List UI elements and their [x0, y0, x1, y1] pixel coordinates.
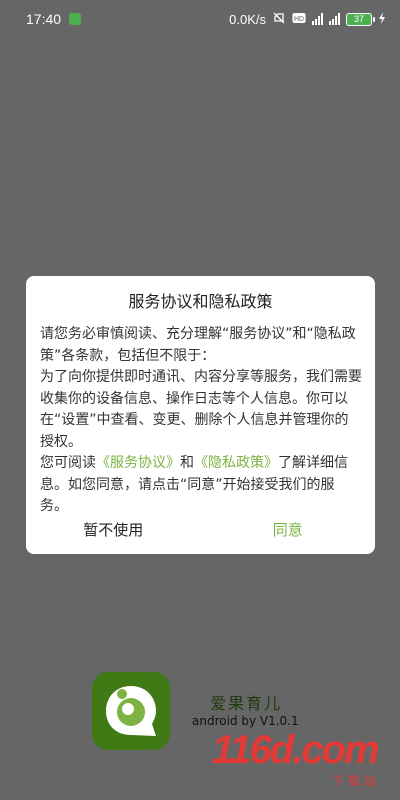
- watermark-sub: 下载站: [331, 774, 380, 788]
- privacy-dialog: 服务协议和隐私政策 请您务必审慎阅读、充分理解“服务协议”和“隐私政策”各条款，…: [26, 276, 375, 554]
- status-bar: 17:40 0.0K/s HD 37: [0, 0, 400, 38]
- signal-icon: [312, 13, 323, 25]
- service-agreement-link[interactable]: 《服务协议》: [96, 455, 180, 471]
- battery-icon: 37: [346, 12, 375, 26]
- app-logo-icon: [106, 686, 156, 736]
- mute-icon: [272, 11, 286, 28]
- agree-button[interactable]: 同意: [201, 504, 376, 554]
- hd-icon: HD: [292, 12, 306, 27]
- notification-app-icon: [69, 13, 82, 25]
- paragraph-3-and: 和: [180, 455, 194, 471]
- status-time: 17:40: [26, 11, 62, 27]
- privacy-policy-link[interactable]: 《隐私政策》: [194, 455, 278, 471]
- dialog-paragraph-2: 为了向你提供即时通讯、内容分享等服务，我们需要收集你的设备信息、操作日志等个人信…: [40, 369, 362, 450]
- watermark-logo: 116d.com: [212, 728, 380, 772]
- dialog-body: 请您务必审慎阅读、充分理解“服务协议”和“隐私政策”各条款，包括但不限于： 为了…: [40, 324, 362, 518]
- charging-icon: [378, 11, 386, 27]
- app-version: android by V1.0.1: [192, 714, 299, 728]
- status-left: 17:40: [26, 11, 82, 27]
- status-right: 0.0K/s HD 37: [229, 11, 386, 28]
- signal-icon-2: [329, 13, 340, 25]
- app-name: 爱果育儿: [210, 694, 283, 713]
- paragraph-3-prefix: 您可阅读: [40, 455, 96, 471]
- site-watermark: 116d.com 下载站: [212, 728, 392, 788]
- net-speed: 0.0K/s: [229, 11, 266, 27]
- svg-text:HD: HD: [294, 16, 304, 23]
- dialog-paragraph-1: 请您务必审慎阅读、充分理解“服务协议”和“隐私政策”各条款，包括但不限于：: [40, 326, 356, 364]
- dialog-actions: 暂不使用 同意: [26, 504, 375, 554]
- not-now-button[interactable]: 暂不使用: [26, 504, 201, 554]
- app-logo: [92, 672, 170, 750]
- dialog-title: 服务协议和隐私政策: [128, 292, 273, 311]
